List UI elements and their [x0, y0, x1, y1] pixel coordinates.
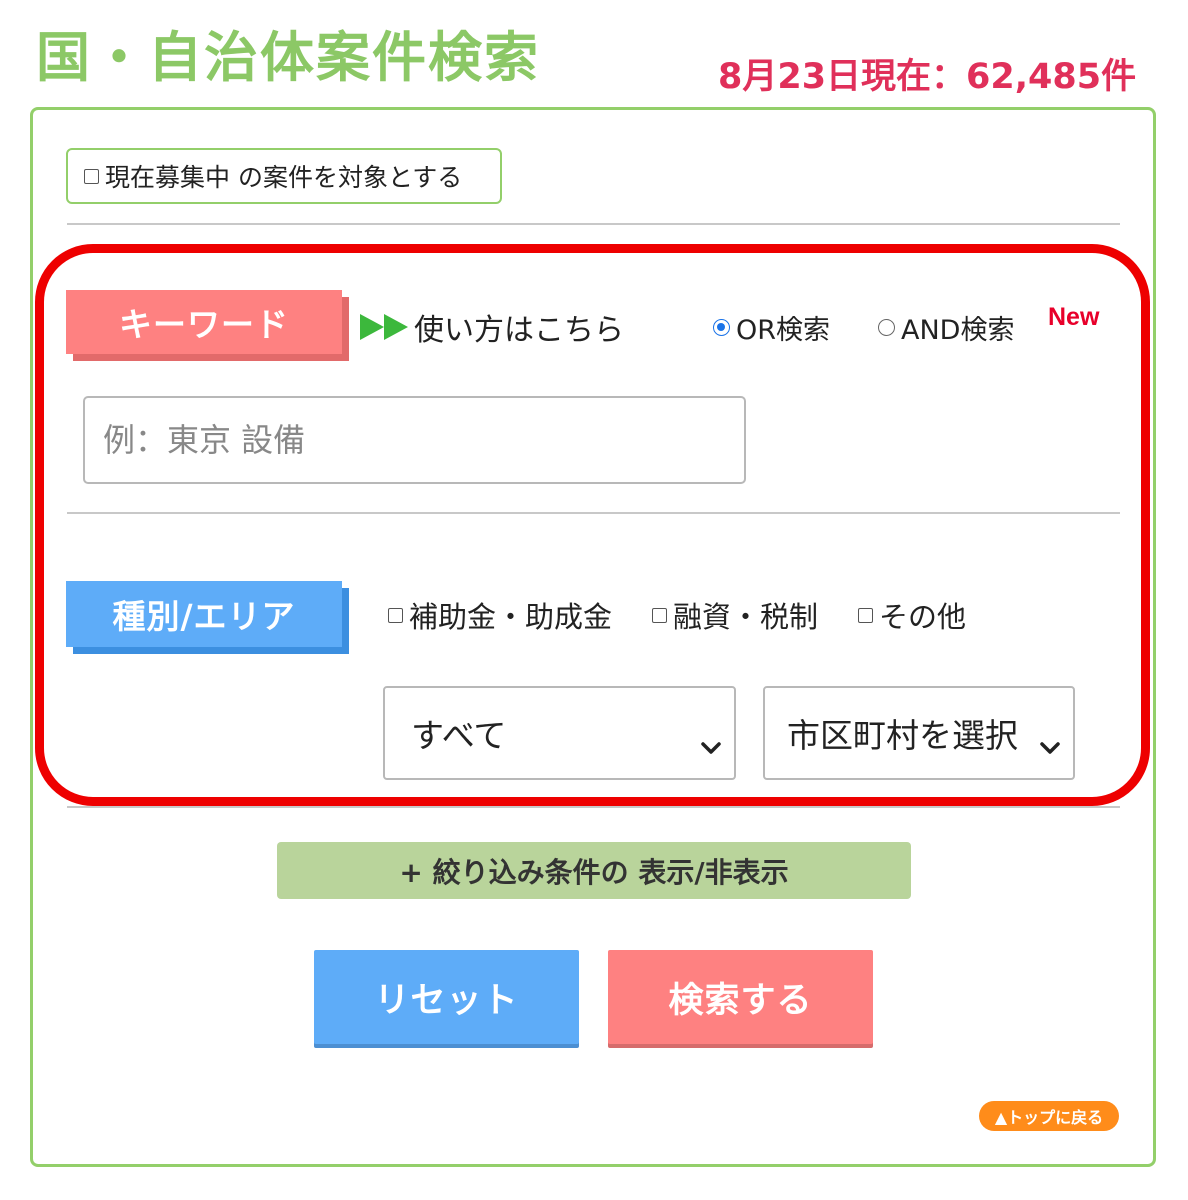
prefecture-select[interactable]: すべて: [383, 686, 736, 780]
search-button[interactable]: 検索する: [608, 950, 873, 1044]
page-title: 国・自治体案件検索: [36, 26, 540, 89]
category-checkbox-group: 補助金・助成金 融資・税制 その他: [388, 594, 1006, 636]
divider: [67, 512, 1120, 514]
double-arrow-icon: [360, 312, 410, 342]
case-count-status: 8月23日現在：62,485件: [718, 57, 1137, 97]
radio-checked-icon[interactable]: [713, 319, 730, 336]
open-only-checkbox[interactable]: 現在募集中 の案件を対象とする: [66, 148, 502, 204]
howto-link[interactable]: 使い方はこちら: [360, 305, 624, 349]
city-select[interactable]: 市区町村を選択: [763, 686, 1075, 780]
open-only-label: 現在募集中 の案件を対象とする: [105, 163, 463, 192]
keyword-input[interactable]: [83, 396, 746, 484]
keyword-section-label: キーワード: [66, 290, 342, 354]
radio-unchecked-icon[interactable]: [878, 319, 895, 336]
divider: [67, 806, 1120, 808]
radio-or-search[interactable]: OR検索: [713, 308, 830, 347]
howto-link-label: 使い方はこちら: [414, 313, 624, 348]
category-other-checkbox[interactable]: その他: [858, 594, 966, 636]
radio-and-search[interactable]: AND検索: [878, 308, 1014, 347]
reset-button[interactable]: リセット: [314, 950, 579, 1044]
category-label: 融資・税制: [673, 600, 819, 634]
category-label: 補助金・助成金: [409, 600, 613, 634]
back-to-top-button[interactable]: ▲トップに戻る: [979, 1101, 1119, 1131]
checkbox-icon[interactable]: [858, 607, 874, 623]
category-subsidy-checkbox[interactable]: 補助金・助成金: [388, 594, 612, 636]
city-select-value: 市区町村を選択: [787, 716, 1018, 755]
area-section-label: 種別/エリア: [66, 581, 342, 647]
checkbox-icon[interactable]: [84, 168, 99, 184]
prefecture-select-value: すべて: [411, 716, 507, 755]
chevron-down-icon: [1039, 724, 1061, 763]
category-loan-tax-checkbox[interactable]: 融資・税制: [652, 594, 818, 636]
new-badge: New: [1048, 303, 1100, 331]
radio-or-label: OR検索: [736, 315, 831, 346]
toggle-filters-button[interactable]: + 絞り込み条件の 表示/非表示: [277, 842, 911, 899]
chevron-down-icon: [700, 724, 722, 763]
checkbox-icon[interactable]: [388, 607, 403, 623]
radio-and-label: AND検索: [901, 315, 1015, 346]
divider: [67, 223, 1120, 225]
category-label: その他: [879, 600, 967, 634]
checkbox-icon[interactable]: [652, 607, 668, 623]
